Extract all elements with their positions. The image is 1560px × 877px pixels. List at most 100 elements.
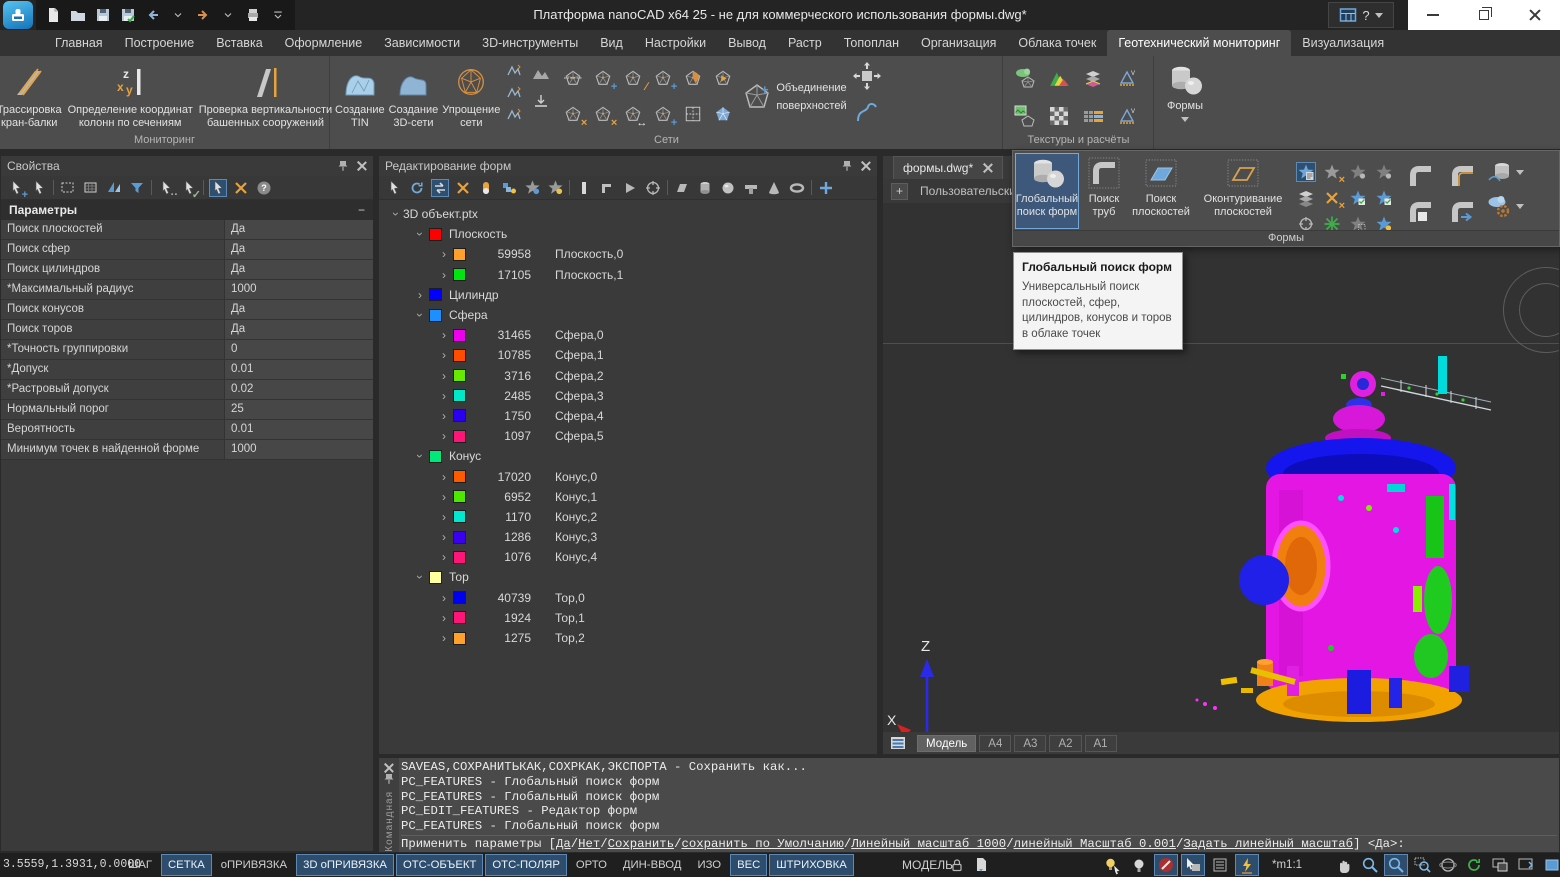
mesh-move-node-icon[interactable]: ↔ (622, 103, 644, 125)
zoom-window-icon[interactable] (1384, 854, 1408, 876)
plane-shape-icon[interactable] (673, 179, 691, 197)
scan-to-mesh-1-icon[interactable] (504, 60, 524, 80)
plane-contour-button[interactable]: Оконтуривание плоскостей (1195, 153, 1291, 229)
close-icon[interactable] (384, 763, 394, 767)
undo-menu-icon[interactable] (169, 6, 187, 24)
help-menu-icon[interactable] (1375, 13, 1383, 18)
mesh-clip-icon[interactable] (682, 67, 704, 89)
expand-icon[interactable]: › (437, 611, 451, 625)
property-value[interactable]: Да (225, 240, 373, 259)
torus-shape-icon[interactable] (788, 179, 806, 197)
status-toggle[interactable]: ШТРИХОВКА (769, 854, 854, 876)
status-toggle[interactable]: ОТС-ОБЪЕКТ (396, 854, 483, 876)
selection-preview-icon[interactable] (1100, 854, 1124, 876)
cloud-settings-icon[interactable] (1485, 192, 1513, 220)
color-swatch[interactable] (453, 369, 466, 382)
dropdown-arrow-icon[interactable] (1516, 204, 1524, 209)
lock-icon[interactable] (948, 856, 966, 874)
property-value[interactable]: 1000 (225, 440, 373, 459)
expand-icon[interactable]: › (437, 389, 451, 403)
nanocad-logo-icon[interactable] (3, 1, 33, 29)
sync-selection-icon[interactable] (431, 179, 449, 197)
status-toggle[interactable]: ВЕС (730, 854, 767, 876)
crane-beam-tracing-button[interactable]: Трассировка кран-балки (0, 58, 62, 134)
select-similar-icon[interactable] (105, 179, 123, 197)
expand-icon[interactable]: › (413, 449, 427, 463)
help-button[interactable]: ? (1362, 8, 1369, 23)
minimize-button[interactable] (1413, 0, 1453, 30)
filter-icon[interactable] (128, 179, 146, 197)
property-value[interactable]: 0.02 (225, 380, 373, 399)
color-swatch[interactable] (429, 309, 442, 322)
mesh-edit-node-icon[interactable]: ∕ (622, 67, 644, 89)
save-as-icon[interactable] (119, 6, 137, 24)
property-value[interactable]: Да (225, 260, 373, 279)
ribbon-tab[interactable]: 3D-инструменты (471, 30, 589, 56)
close-document-icon[interactable] (983, 163, 993, 173)
status-toggle[interactable]: ШАГ (121, 854, 159, 876)
color-swatch[interactable] (453, 470, 466, 483)
expand-icon[interactable]: › (437, 409, 451, 423)
volumes-table-icon[interactable] (1078, 101, 1108, 131)
show-groups-icon[interactable] (500, 179, 518, 197)
checkerboard-texture-icon[interactable] (1044, 101, 1074, 131)
expand-icon[interactable]: › (437, 268, 451, 282)
pick-object-icon[interactable] (209, 179, 227, 197)
create-tin-button[interactable]: Создание TIN (335, 58, 385, 134)
tree-item[interactable]: ›10785Сфера,1 (379, 345, 877, 365)
locate-icon[interactable] (644, 179, 662, 197)
ribbon-interface-icon[interactable] (1339, 6, 1357, 24)
select-grid-icon[interactable] (82, 179, 100, 197)
cone-shape-icon[interactable] (765, 179, 783, 197)
status-toggle[interactable]: СЕТКА (161, 854, 212, 876)
sphere-shape-icon[interactable] (719, 179, 737, 197)
pipe-elbow-icon[interactable] (1405, 160, 1435, 190)
pipe-arrow-icon[interactable] (1447, 196, 1477, 226)
surface-drop-icon[interactable] (528, 88, 554, 114)
color-swatch[interactable] (453, 551, 466, 564)
property-value[interactable]: Да (225, 220, 373, 239)
color-swatch[interactable] (453, 268, 466, 281)
color-swatch[interactable] (453, 409, 466, 422)
tree-item[interactable]: ›17020Конус,0 (379, 466, 877, 486)
merge-surfaces-button[interactable]: + Объединение поверхностей (742, 58, 846, 134)
mesh-section-icon[interactable] (562, 67, 584, 89)
open-file-icon[interactable] (69, 6, 87, 24)
expand-icon[interactable]: › (413, 308, 427, 322)
expand-icon[interactable]: › (437, 490, 451, 504)
status-toggle[interactable]: ДИН-ВВОД (616, 854, 689, 876)
mesh-transform-icon[interactable] (851, 60, 883, 92)
pin-icon[interactable] (337, 160, 349, 172)
tree-item[interactable]: ›40739Тор,0 (379, 588, 877, 608)
tree-item[interactable]: ›1275Тор,2 (379, 628, 877, 648)
polyline-fit-icon[interactable] (851, 96, 883, 128)
qat-customize-icon[interactable] (269, 6, 287, 24)
tee-shape-icon[interactable] (742, 179, 760, 197)
add-selection-icon[interactable]: + (7, 179, 25, 197)
document-tab[interactable]: формы.dwg* (893, 156, 1003, 179)
select-icon[interactable] (30, 179, 48, 197)
ribbon-tab[interactable]: Построение (114, 30, 206, 56)
close-button[interactable] (1515, 0, 1555, 30)
status-toggle[interactable]: ИЗО (690, 854, 728, 876)
status-toggle[interactable]: 3D оПРИВЯЗКА (296, 854, 394, 876)
tree-item[interactable]: ›2485Сфера,3 (379, 386, 877, 406)
pipe-box-icon[interactable] (1405, 196, 1435, 226)
expand-icon[interactable]: › (437, 470, 451, 484)
ribbon-tab[interactable]: Настройки (634, 30, 717, 56)
forms-dropdown-button[interactable]: Формы (1155, 58, 1215, 134)
stars-check-2-icon[interactable] (1374, 188, 1394, 208)
command-option-link[interactable]: Нет (578, 837, 600, 851)
ribbon-tab[interactable]: Зависимости (373, 30, 471, 56)
sheet-tab[interactable]: A2 (1049, 735, 1081, 752)
redo-icon[interactable] (194, 6, 212, 24)
global-shape-search-button[interactable]: Глобальный поиск форм (1015, 153, 1079, 229)
ribbon-tab[interactable]: Растр (777, 30, 833, 56)
cylinder-axis-icon[interactable] (1485, 158, 1513, 186)
save-icon[interactable] (94, 6, 112, 24)
tree-item[interactable]: ›1170Конус,2 (379, 507, 877, 527)
create-3d-mesh-button[interactable]: Создание 3D-сети (389, 58, 439, 134)
model-viewport[interactable]: Z X (883, 203, 1559, 732)
lights-icon[interactable] (1127, 854, 1151, 876)
tree-item[interactable]: ›1286Конус,3 (379, 527, 877, 547)
